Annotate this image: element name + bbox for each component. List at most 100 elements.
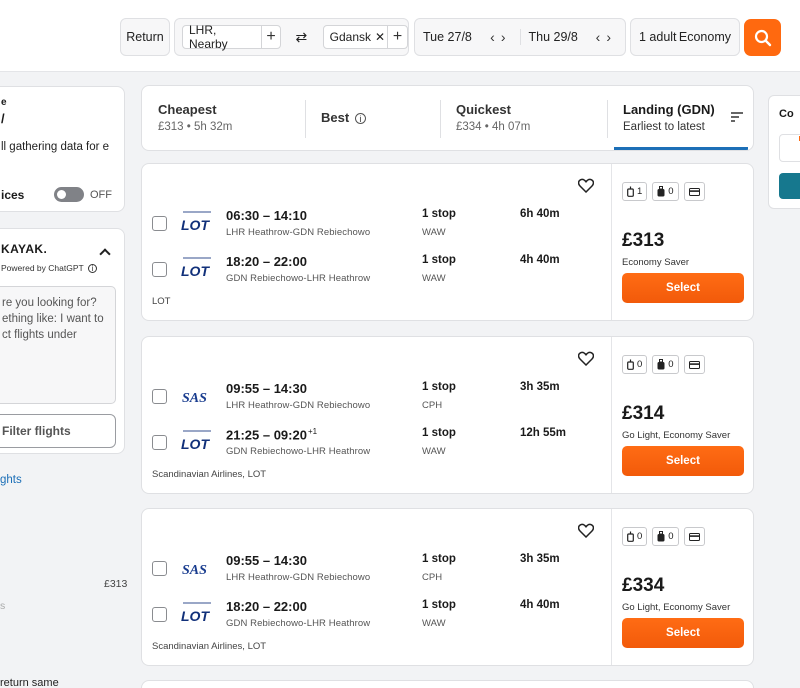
- bag-fees[interactable]: 10: [622, 182, 705, 201]
- origin-chip[interactable]: LHR, Nearby +: [182, 23, 282, 51]
- fare-name: Go Light, Economy Saver: [622, 430, 731, 441]
- travellers-label: 1 adult: [639, 30, 677, 44]
- fare-name: Go Light, Economy Saver: [622, 602, 731, 613]
- plus-day-badge: +1: [307, 427, 318, 436]
- search-button[interactable]: [744, 19, 781, 56]
- right-panel-button[interactable]: [779, 173, 800, 199]
- leg-times: 18:20 – 22:00: [226, 599, 307, 614]
- personal-item-icon: [627, 359, 634, 370]
- price-toggle[interactable]: [54, 187, 84, 202]
- personal-item-count: 0: [637, 531, 643, 542]
- destination-chip[interactable]: Gdansk ✕ +: [322, 25, 408, 49]
- carry-on-badge: 0: [652, 527, 679, 546]
- leg-duration: 3h 35m: [520, 553, 560, 565]
- search-bar: Return LHR, Nearby + ⇄ Gdansk ✕ + Tue 27…: [0, 0, 800, 72]
- leg-checkbox[interactable]: [152, 389, 167, 404]
- select-label: Select: [666, 455, 700, 467]
- tab-label: Cheapest: [158, 102, 217, 117]
- leg-checkbox[interactable]: [152, 607, 167, 622]
- airline-logo: SAS: [179, 383, 215, 409]
- airline-logo: LOT: [179, 256, 215, 282]
- sort-options-icon[interactable]: [731, 111, 743, 123]
- leg-checkbox[interactable]: [152, 216, 167, 231]
- personal-item-badge: 0: [622, 355, 648, 374]
- ai-prompt-input[interactable]: re you looking for? ething like: I want …: [0, 286, 116, 404]
- card-divider: [611, 337, 612, 493]
- leg-times-text: 09:55 – 14:30: [226, 553, 307, 568]
- leg-checkbox[interactable]: [152, 561, 167, 576]
- info-icon[interactable]: i: [354, 113, 366, 124]
- bag-fees[interactable]: 00: [622, 355, 705, 374]
- leg-route: GDN Rebiechowo-LHR Heathrow: [226, 446, 371, 457]
- leg-duration: 12h 55m: [520, 427, 567, 439]
- leg-times-text: 18:20 – 22:00: [226, 254, 307, 269]
- leg-times-text: 06:30 – 14:10: [226, 208, 307, 223]
- return-date[interactable]: Thu 29/8 ‹›: [519, 29, 626, 45]
- select-button[interactable]: Select: [622, 273, 744, 303]
- personal-item-count: 1: [637, 186, 643, 197]
- swap-arrows-icon[interactable]: ⇄: [287, 29, 316, 46]
- travellers-field[interactable]: 1 adult Economy: [630, 18, 740, 56]
- close-icon[interactable]: ✕: [373, 30, 387, 44]
- route-field: LHR, Nearby + ⇄ Gdansk ✕ +: [174, 18, 409, 56]
- right-panel: Co: [768, 95, 800, 209]
- leg-via: WAW: [422, 227, 446, 238]
- trip-type-select[interactable]: Return: [120, 18, 170, 56]
- result-card[interactable]: SAS 09:55 – 14:30 LHR Heathrow-GDN Rebiech…: [141, 508, 754, 666]
- card-title: /: [1, 111, 5, 126]
- result-card-partial: [141, 680, 754, 688]
- chevron-up-icon[interactable]: [99, 248, 111, 260]
- leg-duration: 4h 40m: [520, 254, 560, 266]
- bag-fees[interactable]: 00: [622, 527, 705, 546]
- heart-icon[interactable]: [578, 178, 594, 193]
- airline-names: LOT: [152, 296, 171, 307]
- carry-on-icon: [657, 186, 665, 197]
- leg-route: LHR Heathrow-GDN Rebiechowo: [226, 572, 371, 583]
- leg-checkbox[interactable]: [152, 435, 167, 450]
- ai-prompt-text: re you looking for? ething like: I want …: [2, 297, 104, 341]
- heart-icon[interactable]: [578, 523, 594, 538]
- kayak-logo: KAYAK.: [1, 242, 48, 256]
- filter-flights-button[interactable]: Filter flights: [0, 414, 116, 448]
- right-panel-field[interactable]: [779, 134, 800, 162]
- carry-on-badge: 0: [652, 182, 679, 201]
- plus-icon[interactable]: +: [260, 26, 280, 48]
- leg-stops: 1 stop: [422, 208, 456, 220]
- card-fee-badge: [683, 527, 705, 546]
- flight-leg: LOT 21:25 – 09:20+1 GDN Rebiechowo-LHR Hea…: [142, 423, 611, 463]
- info-icon[interactable]: i: [87, 264, 97, 273]
- personal-item-badge: 0: [622, 527, 648, 546]
- leg-duration: 4h 40m: [520, 599, 560, 611]
- price: £334: [622, 575, 665, 596]
- date-arrows-icon[interactable]: ‹›: [490, 29, 511, 45]
- personal-item-badge: 1: [622, 182, 648, 201]
- leg-checkbox[interactable]: [152, 262, 167, 277]
- tab-sub: £334 • 4h 07m: [456, 121, 531, 133]
- heart-icon[interactable]: [578, 351, 594, 366]
- credit-card-icon: [688, 360, 700, 369]
- select-button[interactable]: Select: [622, 446, 744, 476]
- select-button[interactable]: Select: [622, 618, 744, 648]
- svg-text:LOT: LOT: [181, 608, 210, 624]
- origin-label: LHR, Nearby: [189, 23, 228, 51]
- tab-cheapest[interactable]: Cheapest £313 • 5h 32m: [142, 86, 305, 150]
- carry-on-badge: 0: [652, 355, 679, 374]
- select-label: Select: [666, 627, 700, 639]
- result-card[interactable]: LOT 06:30 – 14:10 LHR Heathrow-GDN Rebiech…: [141, 163, 754, 321]
- airline-names: Scandinavian Airlines, LOT: [152, 641, 267, 652]
- plus-icon[interactable]: +: [387, 26, 407, 48]
- sidebar-link[interactable]: ghts: [0, 474, 22, 486]
- result-card[interactable]: SAS 09:55 – 14:30 LHR Heathrow-GDN Rebiech…: [141, 336, 754, 494]
- tab-sub: £313 • 5h 32m: [158, 121, 233, 133]
- depart-date[interactable]: Tue 27/8 ‹›: [415, 29, 520, 45]
- toggle-state: OFF: [90, 189, 112, 201]
- airline-logo: LOT: [179, 210, 215, 236]
- leg-via: CPH: [422, 400, 443, 411]
- tab-best[interactable]: Best i: [305, 86, 440, 150]
- leg-route: LHR Heathrow-GDN Rebiechowo: [226, 227, 371, 238]
- powered-by: Powered by ChatGPT i: [1, 263, 97, 273]
- date-arrows-icon[interactable]: ‹›: [596, 29, 617, 45]
- card-fee-badge: [683, 355, 705, 374]
- tab-quickest[interactable]: Quickest £334 • 4h 07m: [440, 86, 607, 150]
- flight-leg: LOT 18:20 – 22:00 GDN Rebiechowo-LHR Heath…: [142, 595, 611, 635]
